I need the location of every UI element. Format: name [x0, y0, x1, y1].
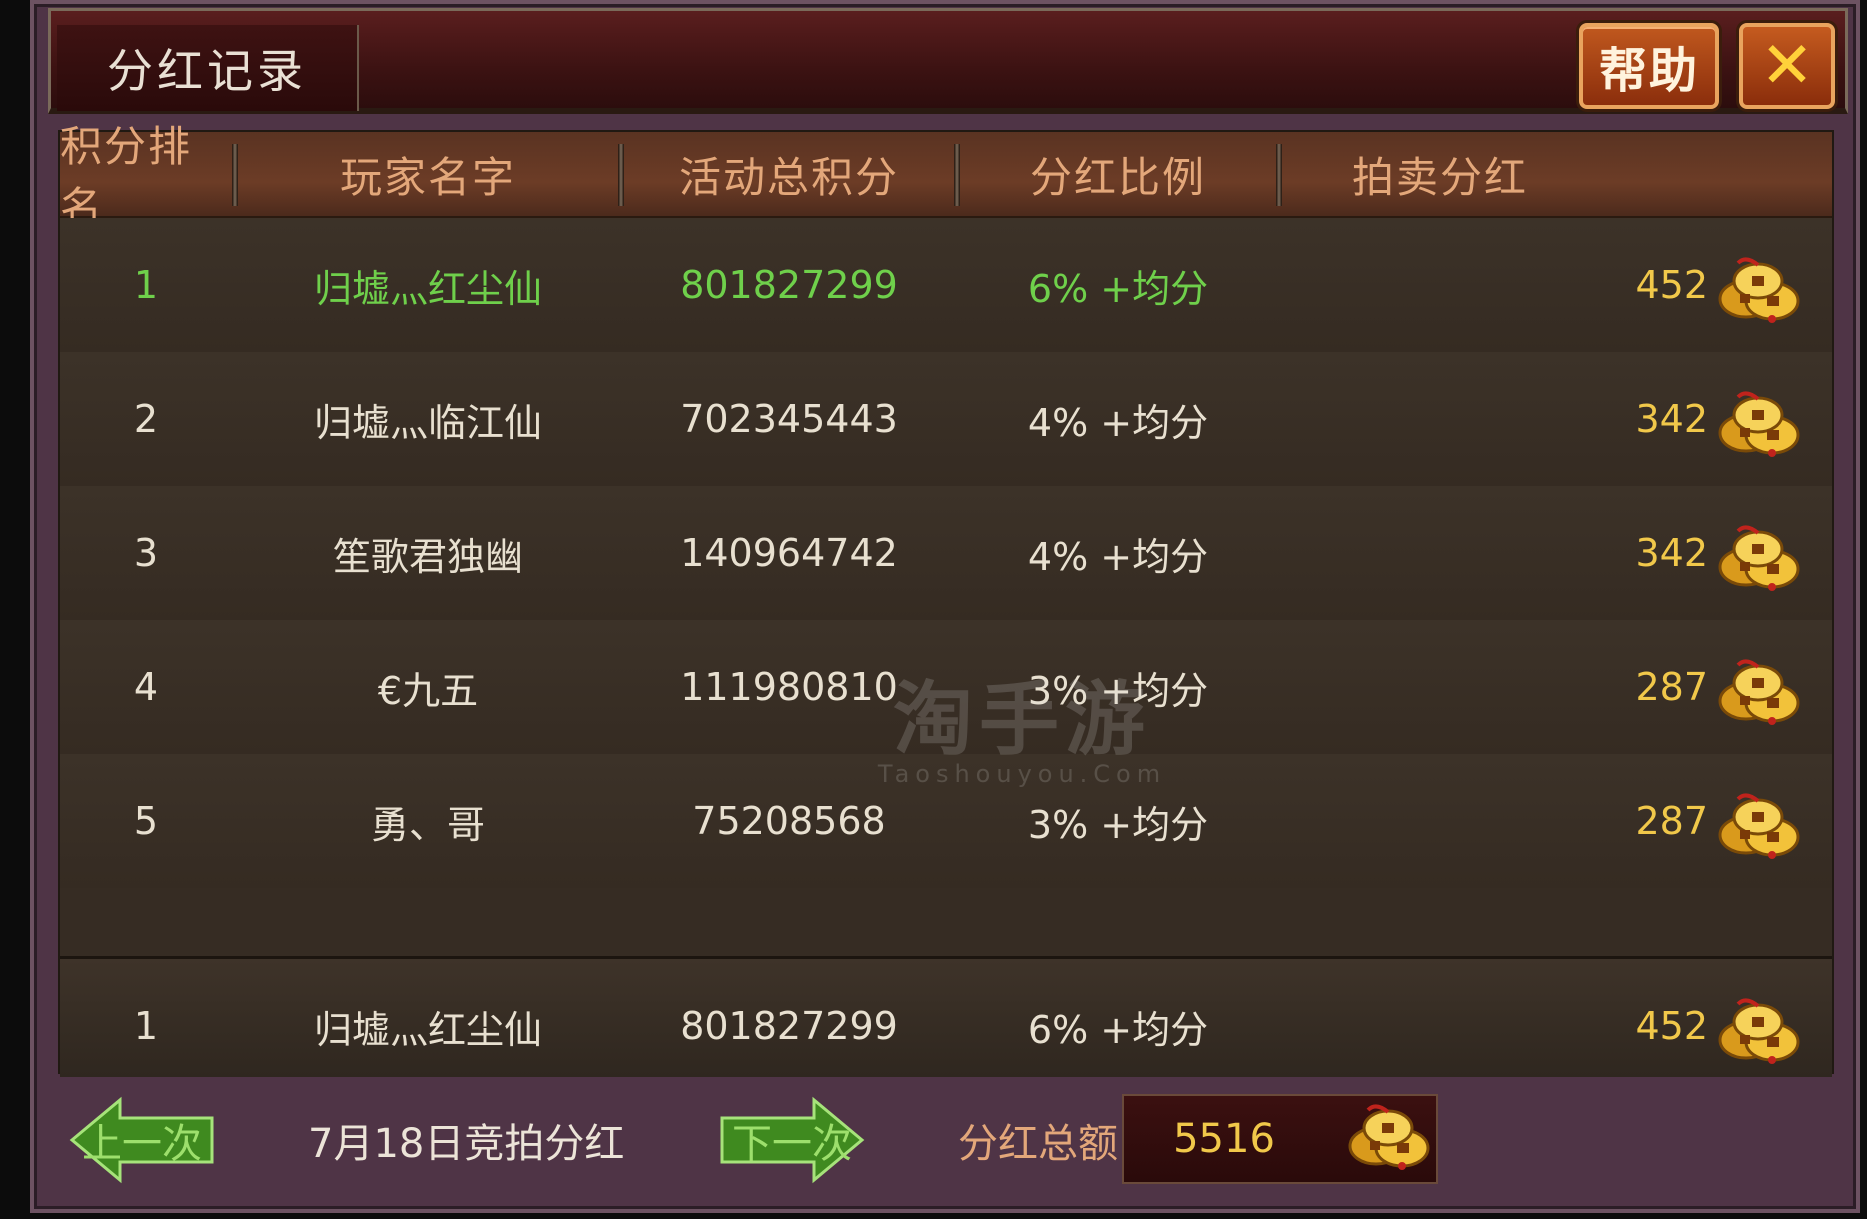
header-dividend-ratio: 分红比例 [1029, 152, 1206, 202]
cell-dividend-ratio: 4% +均分 [1027, 400, 1209, 445]
header-player-name: 玩家名字 [339, 152, 516, 202]
cell-player-name: 笙歌君独幽 [332, 534, 523, 579]
previous-label: 上一次 [82, 1121, 202, 1167]
gold-coins-icon [1716, 255, 1802, 323]
table-row[interactable]: 2 归墟灬临江仙 702345443 4% +均分 342 [60, 352, 1832, 488]
payout-amount: 452 [1635, 263, 1708, 307]
header-auction-dividend: 拍卖分红 [1351, 152, 1528, 202]
close-icon: ✕ [1760, 29, 1814, 103]
cell-dividend-ratio: 4% +均分 [1027, 534, 1209, 579]
cell-rank: 2 [133, 397, 159, 441]
cell-auction-dividend: 342 [1542, 486, 1802, 620]
cell-total-score: 702345443 [680, 397, 898, 441]
my-total-score: 801827299 [680, 1004, 898, 1048]
dividend-record-window: 分红记录 帮助 ✕ 积分排名 玩家名字 活动总积分 分红比例 拍卖分红 1 归墟灬… [30, 0, 1860, 1213]
cell-auction-dividend: 342 [1542, 352, 1802, 486]
gold-coins-icon [1346, 1102, 1432, 1170]
payout-amount: 342 [1635, 397, 1708, 441]
title-bar: 分红记录 帮助 ✕ [48, 8, 1848, 114]
cell-player-name: 勇、哥 [370, 802, 485, 847]
previous-button[interactable]: 上一次 [68, 1094, 216, 1186]
dividend-total-box: 5516 [1122, 1094, 1438, 1184]
cell-player-name: €九五 [377, 668, 479, 713]
payout-amount: 342 [1635, 531, 1708, 575]
cell-auction-dividend: 287 [1542, 754, 1802, 888]
next-button[interactable]: 下一次 [718, 1094, 866, 1186]
window-title: 分红记录 [57, 25, 359, 111]
table-row[interactable]: 5 勇、哥 75208568 3% +均分 287 [60, 754, 1832, 890]
header-total-score: 活动总积分 [678, 152, 899, 202]
cell-dividend-ratio: 3% +均分 [1027, 668, 1209, 713]
cell-auction-dividend: 452 [1542, 218, 1802, 352]
cell-total-score: 140964742 [680, 531, 898, 575]
gold-coins-icon [1716, 389, 1802, 457]
dividend-total-label: 分红总额 [958, 1121, 1118, 1167]
gold-coins-icon [1716, 523, 1802, 591]
next-label: 下一次 [732, 1121, 852, 1167]
cell-rank: 5 [133, 799, 159, 843]
cell-dividend-ratio: 6% +均分 [1027, 266, 1209, 311]
cell-rank: 4 [133, 665, 159, 709]
cell-total-score: 111980810 [680, 665, 898, 709]
cell-rank: 1 [133, 263, 159, 307]
close-button[interactable]: ✕ [1739, 23, 1835, 109]
dividend-table: 积分排名 玩家名字 活动总积分 分红比例 拍卖分红 1 归墟灬红尘仙 8018272… [58, 122, 1834, 1077]
my-payout-amount: 452 [1635, 1004, 1708, 1048]
cell-auction-dividend: 287 [1542, 620, 1802, 754]
cell-player-name: 归墟灬临江仙 [313, 400, 542, 445]
dividend-date-label: 7月18日竞拍分红 [308, 1121, 625, 1167]
cell-total-score: 75208568 [692, 799, 886, 843]
table-row[interactable]: 4 €九五 111980810 3% +均分 287 [60, 620, 1832, 756]
table-header: 积分排名 玩家名字 活动总积分 分红比例 拍卖分红 [60, 122, 1832, 232]
header-rank: 积分排名 [60, 122, 193, 232]
my-auction-dividend: 452 [1542, 959, 1802, 1093]
help-button[interactable]: 帮助 [1579, 23, 1719, 109]
footer-bar: 上一次 7月18日竞拍分红 下一次 分红总额 5516 [58, 1080, 1834, 1200]
my-dividend-ratio: 6% +均分 [1027, 1007, 1209, 1052]
cell-player-name: 归墟灬红尘仙 [313, 266, 542, 311]
cell-rank: 3 [133, 531, 159, 575]
my-rank: 1 [133, 1004, 159, 1048]
gold-coins-icon [1716, 657, 1802, 725]
cell-dividend-ratio: 3% +均分 [1027, 802, 1209, 847]
partial-row-6 [60, 888, 1832, 956]
payout-amount: 287 [1635, 799, 1708, 843]
my-rank-row: 1 归墟灬红尘仙 801827299 6% +均分 452 [60, 956, 1832, 1077]
gold-coins-icon [1716, 996, 1802, 1064]
dividend-total-value: 5516 [1173, 1116, 1275, 1162]
table-row[interactable]: 3 笙歌君独幽 140964742 4% +均分 342 [60, 486, 1832, 622]
table-row[interactable]: 1 归墟灬红尘仙 801827299 6% +均分 452 [60, 218, 1832, 354]
gold-coins-icon [1716, 791, 1802, 859]
my-player-name: 归墟灬红尘仙 [313, 1007, 542, 1052]
cell-total-score: 801827299 [680, 263, 898, 307]
payout-amount: 287 [1635, 665, 1708, 709]
